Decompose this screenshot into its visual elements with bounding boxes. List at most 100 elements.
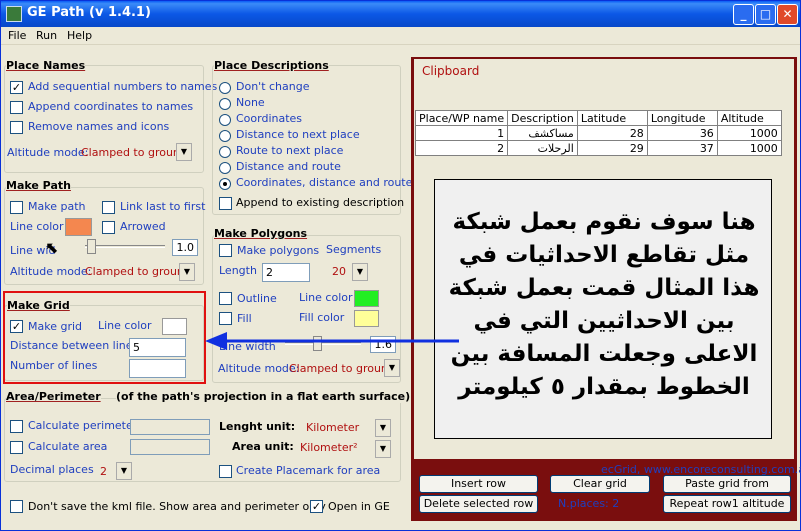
dont-save-checkbox[interactable] bbox=[10, 500, 23, 513]
pn-altitude-dropdown[interactable]: ▼ bbox=[176, 143, 192, 161]
mp-line-color-swatch[interactable] bbox=[65, 218, 92, 236]
grid-line-color-swatch[interactable] bbox=[162, 318, 187, 335]
poly-altitude-dropdown[interactable]: ▼ bbox=[384, 359, 400, 377]
make-grid-checkbox[interactable]: ✓ bbox=[10, 320, 23, 333]
desc-option-label: Coordinates, distance and route bbox=[236, 176, 413, 189]
create-placemark-label: Create Placemark for area bbox=[236, 464, 381, 477]
length-unit-dropdown[interactable]: ▼ bbox=[375, 419, 391, 437]
menu-run[interactable]: Run bbox=[36, 29, 57, 42]
insert-row-button[interactable]: Insert row bbox=[419, 475, 538, 493]
mp-line-width-slider[interactable] bbox=[85, 237, 165, 257]
fill-checkbox[interactable] bbox=[219, 312, 232, 325]
delete-row-button[interactable]: Delete selected row bbox=[419, 495, 538, 513]
mp-line-width-input[interactable]: 1.0 bbox=[172, 239, 198, 256]
mp-altitude-value[interactable]: Clamped to ground bbox=[85, 265, 191, 278]
decimal-places-label: Decimal places bbox=[10, 463, 94, 476]
remove-names-label: Remove names and icons bbox=[28, 120, 170, 133]
arrowed-label: Arrowed bbox=[120, 220, 166, 233]
poly-fill-color-swatch[interactable] bbox=[354, 310, 379, 327]
menu-bar: File Run Help bbox=[1, 27, 800, 45]
n-places-label: N.places: 2 bbox=[558, 497, 620, 510]
close-button[interactable]: ✕ bbox=[777, 4, 798, 25]
clear-grid-button[interactable]: Clear grid bbox=[550, 475, 650, 493]
maximize-button[interactable]: □ bbox=[755, 4, 776, 25]
calc-area-label: Calculate area bbox=[28, 440, 108, 453]
grid-cell[interactable]: 1000 bbox=[716, 125, 782, 141]
repeat-altitude-button[interactable]: Repeat row1 altitude bbox=[663, 495, 791, 513]
decimal-places-value[interactable]: 2 bbox=[100, 465, 107, 478]
grid-header-cell[interactable]: Latitude bbox=[576, 110, 648, 126]
menu-file[interactable]: File bbox=[8, 29, 26, 42]
perimeter-output bbox=[130, 419, 210, 435]
title-bar[interactable]: GE Path (v 1.4.1) _ □ ✕ bbox=[1, 1, 800, 27]
desc-option-label: Don't change bbox=[236, 80, 310, 93]
desc-option-label: Distance and route bbox=[236, 160, 341, 173]
grid-header-cell[interactable]: Description bbox=[507, 110, 578, 126]
remove-names-checkbox[interactable] bbox=[10, 121, 23, 134]
length-input[interactable]: 2 bbox=[262, 263, 310, 282]
pn-altitude-value[interactable]: Clamped to ground bbox=[81, 146, 187, 159]
calc-perimeter-label: Calculate perimeter bbox=[28, 419, 138, 432]
menu-help[interactable]: Help bbox=[67, 29, 92, 42]
clipboard-grid[interactable]: Place/WP name Description Latitude Longi… bbox=[414, 110, 782, 156]
grid-line-color-label: Line color bbox=[98, 319, 152, 332]
distance-input[interactable]: 5 bbox=[129, 338, 186, 357]
paste-grid-button[interactable]: Paste grid from clipboard bbox=[663, 475, 791, 506]
area-unit-dropdown[interactable]: ▼ bbox=[375, 440, 391, 458]
grid-header-cell[interactable]: Altitude bbox=[716, 110, 782, 126]
make-polygons-label: Make polygons bbox=[237, 244, 320, 257]
arrowed-checkbox[interactable] bbox=[102, 221, 115, 234]
desc-option-radio-selected[interactable] bbox=[219, 178, 231, 190]
segments-value[interactable]: 20 bbox=[332, 265, 346, 278]
make-path-label: Make path bbox=[28, 200, 86, 213]
desc-option-radio[interactable] bbox=[219, 130, 231, 142]
link-last-checkbox[interactable] bbox=[102, 201, 115, 214]
grid-cell[interactable]: مساكشف bbox=[507, 125, 578, 141]
slider-thumb[interactable] bbox=[87, 239, 96, 254]
grid-cell[interactable]: 36 bbox=[646, 125, 718, 141]
length-unit-value[interactable]: Kilometer bbox=[306, 421, 359, 434]
grid-header-cell[interactable]: Longitude bbox=[646, 110, 718, 126]
mp-altitude-dropdown[interactable]: ▼ bbox=[179, 263, 195, 281]
grid-cell[interactable]: 37 bbox=[646, 140, 718, 156]
desc-option-radio[interactable] bbox=[219, 162, 231, 174]
area-output bbox=[130, 439, 210, 455]
table-row[interactable]: 1 مساكشف 28 36 1000 bbox=[414, 125, 782, 141]
desc-option-radio[interactable] bbox=[219, 98, 231, 110]
grid-header-cell[interactable]: Place/WP name bbox=[414, 110, 509, 126]
mp-line-color-label: Line color bbox=[10, 220, 64, 233]
make-path-checkbox[interactable] bbox=[10, 201, 23, 214]
grid-cell[interactable]: 1 bbox=[414, 125, 509, 141]
add-sequential-checkbox[interactable]: ✓ bbox=[10, 81, 23, 94]
number-lines-label: Number of lines bbox=[10, 359, 98, 372]
minimize-button[interactable]: _ bbox=[733, 4, 754, 25]
make-grid-label: Make grid bbox=[28, 320, 83, 333]
area-unit-value[interactable]: Kilometer² bbox=[300, 441, 358, 454]
grid-cell[interactable]: 1000 bbox=[716, 140, 782, 156]
poly-line-color-swatch[interactable] bbox=[354, 290, 379, 307]
desc-option-radio[interactable] bbox=[219, 82, 231, 94]
desc-option-radio[interactable] bbox=[219, 114, 231, 126]
annotation-box: هنا سوف نقوم بعمل شبكة مثل تقاطع الاحداث… bbox=[434, 179, 772, 439]
grid-cell[interactable]: 29 bbox=[576, 140, 648, 156]
grid-cell[interactable]: 2 bbox=[414, 140, 509, 156]
make-polygons-group bbox=[212, 235, 401, 383]
desc-option-radio[interactable] bbox=[219, 146, 231, 158]
append-coords-checkbox[interactable] bbox=[10, 101, 23, 114]
calc-perimeter-checkbox[interactable] bbox=[10, 420, 23, 433]
outline-checkbox[interactable] bbox=[219, 292, 232, 305]
append-existing-label: Append to existing description bbox=[236, 196, 405, 209]
append-existing-checkbox[interactable] bbox=[219, 197, 232, 210]
table-row[interactable]: 2 الرحلات 29 37 1000 bbox=[414, 140, 782, 156]
poly-altitude-label: Altitude mode: bbox=[218, 362, 300, 375]
open-ge-checkbox[interactable]: ✓ bbox=[310, 500, 323, 513]
number-lines-input[interactable] bbox=[129, 359, 186, 378]
make-polygons-checkbox[interactable] bbox=[219, 244, 232, 257]
create-placemark-checkbox[interactable] bbox=[219, 465, 232, 478]
grid-cell[interactable]: الرحلات bbox=[507, 140, 578, 156]
decimal-places-dropdown[interactable]: ▼ bbox=[116, 462, 132, 480]
grid-cell[interactable]: 28 bbox=[576, 125, 648, 141]
segments-dropdown[interactable]: ▼ bbox=[352, 263, 368, 281]
calc-area-checkbox[interactable] bbox=[10, 441, 23, 454]
poly-altitude-value[interactable]: Clamped to ground bbox=[289, 362, 395, 375]
